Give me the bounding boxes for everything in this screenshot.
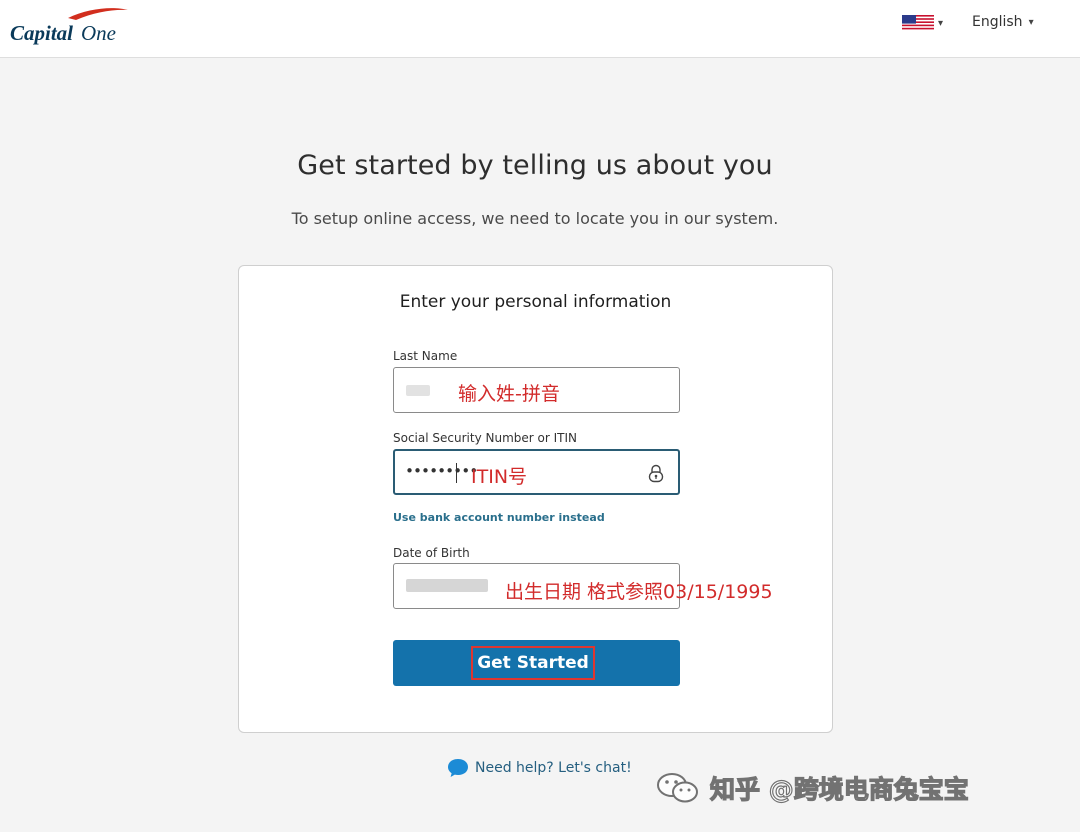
ssn-label: Social Security Number or ITIN (393, 431, 577, 445)
use-bank-account-link[interactable]: Use bank account number instead (393, 511, 605, 524)
personal-info-card: Enter your personal information Last Nam… (238, 265, 833, 733)
chat-bubble-icon (448, 759, 468, 777)
get-started-button[interactable]: Get Started (393, 640, 680, 686)
top-bar: Capital One ▾ English ▾ (0, 0, 1080, 58)
watermark-text: 知乎 @跨境电商兔宝宝 (709, 774, 969, 804)
dob-label: Date of Birth (393, 546, 470, 560)
language-selector[interactable]: English ▾ (972, 12, 1034, 32)
form-title: Enter your personal information (399, 292, 672, 312)
chevron-down-icon: ▾ (1028, 16, 1034, 28)
redacted-value (406, 579, 488, 592)
redacted-value (406, 385, 430, 396)
chat-help-link[interactable]: Need help? Let's chat! (447, 758, 632, 778)
page-subtitle: To setup online access, we need to locat… (291, 209, 779, 228)
ssn-annotation: ITIN号 (471, 466, 528, 488)
wechat-icon (657, 773, 698, 803)
ssn-input[interactable]: ••••••••• ITIN号 (393, 449, 680, 495)
lock-icon[interactable] (646, 463, 666, 483)
us-flag-icon (902, 15, 934, 31)
brand-word-one: One (81, 21, 116, 45)
watermark: 知乎 @跨境电商兔宝宝 (656, 770, 969, 806)
page-title: Get started by telling us about you (297, 150, 773, 181)
brand-word-capital: Capital (10, 21, 73, 45)
ssn-masked-value: ••••••••• (405, 462, 478, 480)
last-name-label: Last Name (393, 349, 458, 363)
last-name-annotation: 输入姓-拼音 (458, 383, 560, 405)
dob-annotation: 出生日期 格式参照03/15/1995 (505, 581, 773, 603)
dob-input[interactable]: 出生日期 格式参照03/15/1995 (393, 563, 773, 609)
language-label: English (972, 14, 1023, 30)
text-caret (456, 463, 457, 483)
chat-help-text: Need help? Let's chat! (475, 760, 632, 776)
last-name-input[interactable]: 输入姓-拼音 (393, 367, 680, 413)
country-selector[interactable]: ▾ (902, 14, 943, 32)
chevron-down-icon: ▾ (938, 17, 944, 29)
get-started-label: Get Started (471, 646, 595, 680)
capital-one-logo[interactable]: Capital One (10, 6, 140, 46)
